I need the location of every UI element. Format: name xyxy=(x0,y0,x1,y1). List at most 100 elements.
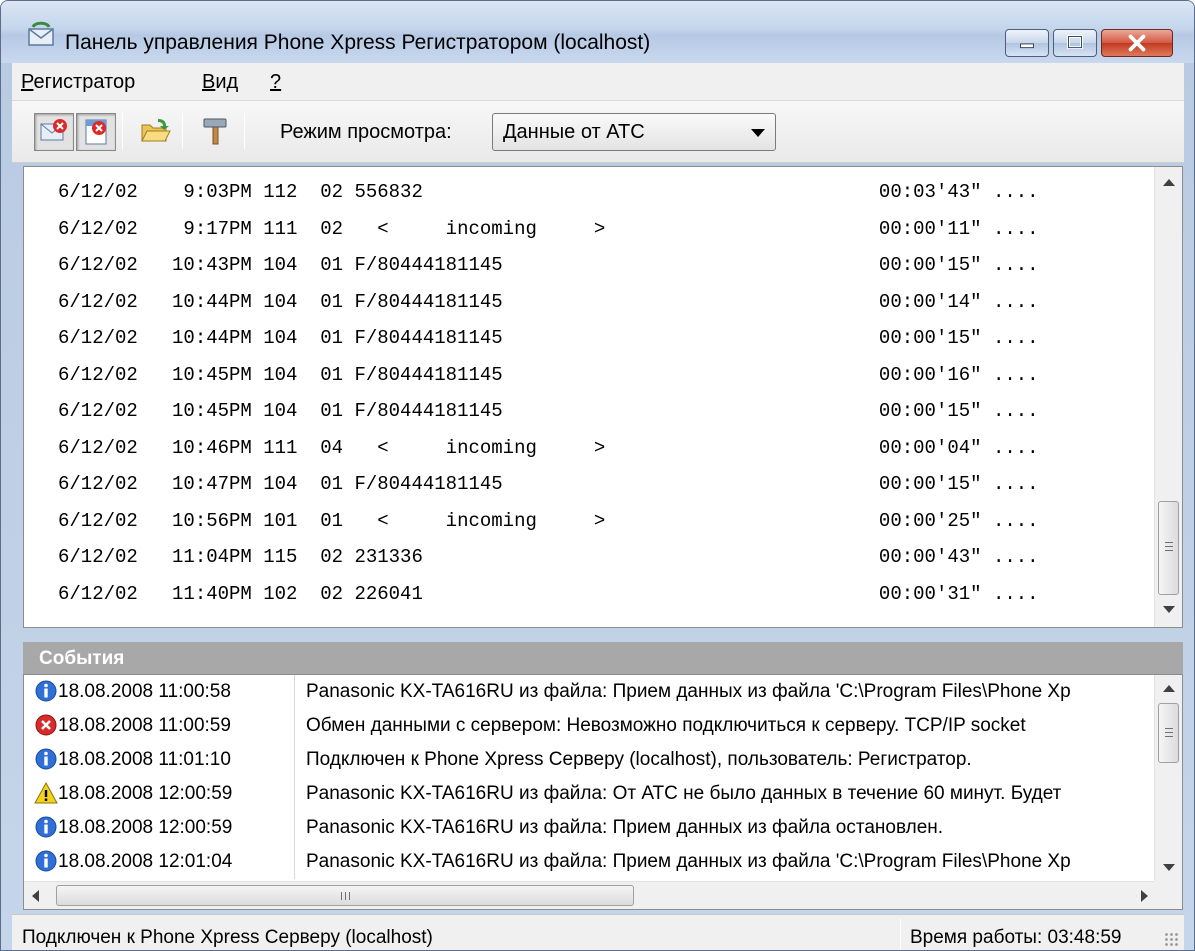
open-file-button[interactable] xyxy=(136,113,176,151)
events-list[interactable]: 18.08.2008 11:00:58 Panasonic KX-TA616RU … xyxy=(23,674,1183,910)
log-line: 6/12/02 11:04PM 115 02 231336 00:00'43" … xyxy=(58,546,1039,568)
minimize-button[interactable] xyxy=(1005,29,1049,57)
resize-grip-icon[interactable] xyxy=(1164,932,1180,948)
info-icon xyxy=(34,815,58,839)
column-divider xyxy=(294,811,295,845)
column-divider xyxy=(294,777,295,811)
grip-line xyxy=(1165,546,1173,547)
view-mode-value: Данные от АТС xyxy=(503,121,645,143)
stop-document-icon xyxy=(85,119,107,145)
scroll-thumb[interactable] xyxy=(1158,501,1179,595)
column-divider xyxy=(294,675,295,709)
event-message: Panasonic KX-TA616RU из файла: Прием дан… xyxy=(306,817,944,838)
info-icon xyxy=(34,849,58,873)
column-divider xyxy=(294,709,295,743)
log-lines: 6/12/02 9:03PM 112 02 556832 00:03'43" .… xyxy=(24,167,1156,627)
events-rows: 18.08.2008 11:00:58 Panasonic KX-TA616RU … xyxy=(24,675,1156,881)
uptime-status: Время работы: 03:48:59 xyxy=(910,927,1122,948)
main-window: Панель управления Phone Xpress Регистрат… xyxy=(0,0,1195,951)
status-bar: Подключен к Phone Xpress Серверу (localh… xyxy=(12,914,1184,950)
grip-line xyxy=(1165,542,1173,543)
scroll-down-icon[interactable] xyxy=(1163,606,1175,613)
event-row[interactable]: 18.08.2008 11:00:59 Обмен данными с серве… xyxy=(24,709,1156,743)
grip-line xyxy=(349,892,350,900)
event-row[interactable]: 18.08.2008 12:01:04 Panasonic KX-TA616RU … xyxy=(24,845,1156,879)
grip-line xyxy=(345,892,346,900)
menu-view[interactable]: Вид xyxy=(202,71,238,94)
menu-registrar[interactable]: Регистратор xyxy=(21,71,135,94)
grip-line xyxy=(1165,736,1173,737)
toolbar-separator xyxy=(122,113,123,149)
log-line: 6/12/02 10:46PM 111 04 < incoming > 00:0… xyxy=(58,436,1039,459)
scroll-down-icon[interactable] xyxy=(1163,864,1175,871)
pbx-data-log[interactable]: 6/12/02 9:03PM 112 02 556832 00:03'43" .… xyxy=(23,166,1183,628)
events-horizontal-scrollbar[interactable] xyxy=(24,881,1156,909)
error-icon xyxy=(34,713,58,737)
log-line: 6/12/02 10:43PM 104 01 F/80444181145 00:… xyxy=(58,254,1039,276)
event-time: 18.08.2008 11:01:10 xyxy=(58,749,231,770)
toolbar: Режим просмотра: Данные от АТС xyxy=(12,101,1184,163)
event-time: 18.08.2008 12:00:59 xyxy=(58,817,233,838)
grip-line xyxy=(341,892,342,900)
warning-icon xyxy=(34,781,58,805)
log-line: 6/12/02 10:44PM 104 01 F/80444181145 00:… xyxy=(58,327,1039,349)
view-mode-label: Режим просмотра: xyxy=(280,121,452,143)
stop-receive-button[interactable] xyxy=(76,113,116,151)
event-row[interactable]: 18.08.2008 12:00:59 Panasonic KX-TA616RU … xyxy=(24,777,1156,811)
maximize-button[interactable] xyxy=(1053,29,1097,57)
menu-registrar-accel: Р xyxy=(21,71,34,93)
scroll-right-icon[interactable] xyxy=(1141,890,1148,902)
menu-bar: Регистратор Вид ? xyxy=(12,63,1184,101)
event-row[interactable]: 18.08.2008 12:00:59 Panasonic KX-TA616RU … xyxy=(24,811,1156,845)
column-divider xyxy=(294,845,295,879)
view-mode-select[interactable]: Данные от АТС xyxy=(492,113,776,151)
event-row[interactable]: 18.08.2008 11:01:10 Подключен к Phone Xpr… xyxy=(24,743,1156,777)
menu-registrar-label: егистратор xyxy=(33,71,136,93)
log-line: 6/12/02 9:17PM 111 02 < incoming > 00:00… xyxy=(58,217,1039,240)
info-icon xyxy=(34,747,58,771)
event-row[interactable]: 18.08.2008 11:00:58 Panasonic KX-TA616RU … xyxy=(24,675,1156,709)
scroll-left-icon[interactable] xyxy=(32,890,39,902)
connection-status: Подключен к Phone Xpress Серверу (localh… xyxy=(22,927,433,948)
events-panel-title: События xyxy=(23,642,1183,674)
disconnect-icon xyxy=(40,119,67,141)
event-time: 18.08.2008 11:00:58 xyxy=(58,681,231,702)
toolbar-separator xyxy=(244,113,245,149)
scrollbar-corner xyxy=(1154,881,1182,909)
maximize-icon xyxy=(1067,35,1083,50)
disconnect-button[interactable] xyxy=(34,113,74,151)
chevron-down-icon xyxy=(751,129,765,137)
close-button[interactable] xyxy=(1101,29,1173,57)
grip-line xyxy=(1165,550,1173,551)
hammer-icon xyxy=(203,118,227,145)
menu-help-accel: ? xyxy=(270,71,282,93)
scroll-up-icon[interactable] xyxy=(1163,685,1175,692)
minimize-icon xyxy=(1020,43,1034,49)
log-line: 6/12/02 10:45PM 104 01 F/80444181145 00:… xyxy=(58,363,1039,386)
log-line: 6/12/02 10:45PM 104 01 F/80444181145 00:… xyxy=(58,400,1039,422)
event-message: Обмен данными с сервером: Невозможно под… xyxy=(306,715,1026,736)
event-message: Подключен к Phone Xpress Серверу (localh… xyxy=(306,749,972,770)
event-message: Panasonic KX-TA616RU из файла: От АТС не… xyxy=(306,783,1062,804)
horizontal-scroll-thumb[interactable] xyxy=(56,885,634,906)
event-message: Panasonic KX-TA616RU из файла: Прием дан… xyxy=(306,681,1071,702)
menu-help[interactable]: ? xyxy=(270,71,281,94)
log-line: 6/12/02 10:44PM 104 01 F/80444181145 00:… xyxy=(58,290,1039,313)
event-time: 18.08.2008 12:01:04 xyxy=(58,851,233,872)
grip-line xyxy=(1165,728,1173,729)
log-line: 6/12/02 11:40PM 102 02 226041 00:00'31" … xyxy=(58,582,1039,605)
close-icon xyxy=(1128,34,1146,52)
folder-open-icon xyxy=(141,119,171,142)
phone-envelope-icon xyxy=(28,21,54,46)
event-time: 18.08.2008 12:00:59 xyxy=(58,783,233,804)
info-icon xyxy=(34,679,58,703)
title-bar[interactable]: Панель управления Phone Xpress Регистрат… xyxy=(1,1,1194,63)
events-vertical-scrollbar[interactable] xyxy=(1154,675,1182,881)
scroll-up-icon[interactable] xyxy=(1163,179,1175,186)
settings-button[interactable] xyxy=(196,113,236,151)
menu-view-accel: В xyxy=(202,71,216,93)
grip-line xyxy=(1165,732,1173,733)
log-vertical-scrollbar[interactable] xyxy=(1154,167,1182,627)
scroll-thumb[interactable] xyxy=(1158,703,1179,763)
log-line: 6/12/02 9:03PM 112 02 556832 00:03'43" .… xyxy=(58,181,1039,203)
